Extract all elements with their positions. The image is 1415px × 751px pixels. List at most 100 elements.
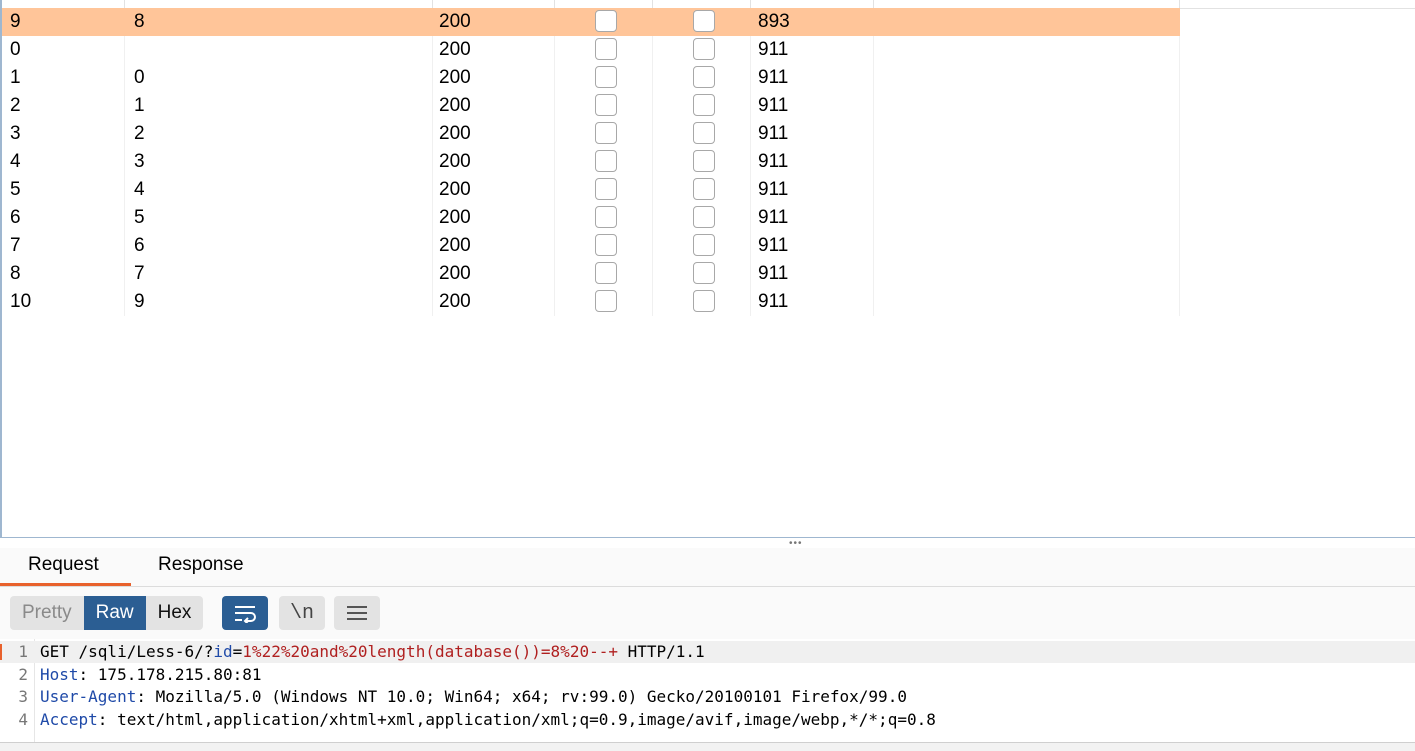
status-cell: 200 — [439, 123, 471, 144]
error-checkbox[interactable] — [595, 234, 617, 256]
table-row[interactable]: 5 4 200 911 — [2, 176, 1180, 204]
timeout-checkbox[interactable] — [693, 94, 715, 116]
newline-icon: \n — [289, 601, 314, 625]
timeout-checkbox[interactable] — [693, 10, 715, 32]
timeout-checkbox[interactable] — [693, 38, 715, 60]
length-cell: 911 — [758, 235, 789, 256]
code-token: : Mozilla/5.0 (Windows NT 10.0; Win64; x… — [136, 687, 907, 706]
line-content: User-Agent: Mozilla/5.0 (Windows NT 10.0… — [40, 686, 907, 708]
table-row[interactable]: 10 9 200 911 — [2, 288, 1180, 316]
current-line-marker — [0, 644, 2, 660]
length-cell: 911 — [758, 291, 789, 312]
column-divider[interactable] — [1179, 0, 1180, 8]
status-cell: 200 — [439, 207, 471, 228]
error-checkbox[interactable] — [595, 206, 617, 228]
status-cell: 200 — [439, 39, 471, 60]
request-number-cell: 3 — [10, 123, 21, 144]
timeout-checkbox[interactable] — [693, 178, 715, 200]
length-cell: 911 — [758, 151, 789, 172]
table-row[interactable]: 6 5 200 911 — [2, 204, 1180, 232]
line-number: 2 — [18, 664, 28, 684]
payload-cell: 2 — [134, 123, 145, 144]
error-checkbox[interactable] — [595, 122, 617, 144]
status-cell: 200 — [439, 95, 471, 116]
tab-response[interactable]: Response — [130, 548, 272, 586]
timeout-checkbox[interactable] — [693, 66, 715, 88]
length-cell: 893 — [758, 11, 790, 32]
pretty-button[interactable]: Pretty — [10, 596, 84, 630]
timeout-checkbox[interactable] — [693, 122, 715, 144]
payload-cell: 7 — [134, 263, 145, 284]
timeout-checkbox[interactable] — [693, 234, 715, 256]
timeout-checkbox[interactable] — [693, 262, 715, 284]
raw-button[interactable]: Raw — [83, 596, 146, 630]
show-newlines-button[interactable]: \n — [279, 596, 325, 630]
timeout-checkbox[interactable] — [693, 150, 715, 172]
table-row[interactable]: 3 2 200 911 — [2, 120, 1180, 148]
status-cell: 200 — [439, 67, 471, 88]
payload-cell: 5 — [134, 207, 145, 228]
error-checkbox[interactable] — [595, 10, 617, 32]
code-token: GET /sqli/Less-6/? — [40, 642, 214, 661]
word-wrap-button[interactable] — [222, 596, 268, 630]
length-cell: 911 — [758, 207, 789, 228]
view-mode-switch: Pretty Raw Hex — [10, 596, 204, 630]
length-cell: 911 — [758, 95, 789, 116]
editor-line[interactable]: 3 User-Agent: Mozilla/5.0 (Windows NT 10.… — [0, 686, 1415, 708]
column-divider[interactable] — [124, 0, 125, 8]
column-divider[interactable] — [873, 0, 874, 8]
table-row[interactable]: 8 7 200 911 — [2, 260, 1180, 288]
column-divider[interactable] — [554, 0, 555, 8]
status-cell: 200 — [439, 179, 471, 200]
hex-button[interactable]: Hex — [146, 596, 204, 630]
length-cell: 911 — [758, 179, 789, 200]
code-token: : 175.178.215.80:81 — [78, 664, 262, 684]
payload-cell: 8 — [134, 11, 145, 32]
column-divider[interactable] — [750, 0, 751, 8]
error-checkbox[interactable] — [595, 38, 617, 60]
error-checkbox[interactable] — [595, 150, 617, 172]
message-tabs: Request Response — [0, 548, 1415, 587]
payload-cell: 3 — [134, 151, 145, 172]
column-divider[interactable] — [432, 0, 433, 8]
code-token: HTTP/1.1 — [617, 642, 705, 661]
line-number: 4 — [18, 709, 28, 729]
column-divider[interactable] — [652, 0, 653, 8]
request-editor[interactable]: 1 GET /sqli/Less-6/?id=1%22%20and%20lengt… — [0, 639, 1415, 742]
request-number-cell: 1 — [10, 67, 21, 88]
status-cell: 200 — [439, 235, 471, 256]
line-content: Host: 175.178.215.80:81 — [40, 664, 262, 686]
error-checkbox[interactable] — [595, 262, 617, 284]
error-checkbox[interactable] — [595, 178, 617, 200]
status-cell: 200 — [439, 263, 471, 284]
error-checkbox[interactable] — [595, 94, 617, 116]
timeout-checkbox[interactable] — [693, 206, 715, 228]
request-number-cell: 8 — [10, 263, 21, 284]
code-token: 1%22%20and%20length(database())=8%20--+ — [242, 642, 618, 661]
tab-request[interactable]: Request — [0, 548, 131, 586]
line-content: GET /sqli/Less-6/?id=1%22%20and%20length… — [40, 641, 705, 663]
splitter-grip-icon[interactable]: ••• — [789, 539, 803, 549]
table-row[interactable]: 1 0 200 911 — [2, 64, 1180, 92]
editor-line[interactable]: 2 Host: 175.178.215.80:81 — [0, 664, 1415, 686]
editor-toolbar: Pretty Raw Hex \n — [0, 587, 1415, 639]
code-token: : text/html,application/xhtml+xml,applic… — [97, 709, 936, 729]
editor-line[interactable]: 4 Accept: text/html,application/xhtml+xml… — [0, 709, 1415, 731]
table-row[interactable]: 4 3 200 911 — [2, 148, 1180, 176]
request-number-cell: 0 — [10, 39, 21, 60]
table-row[interactable]: 0 200 911 — [2, 36, 1180, 64]
table-row[interactable]: 2 1 200 911 — [2, 92, 1180, 120]
error-checkbox[interactable] — [595, 290, 617, 312]
results-table: 9 8 200 893 0 200 911 1 0 200 911 2 1 200 911 3 2 200 911 4… — [0, 0, 1415, 538]
error-checkbox[interactable] — [595, 66, 617, 88]
table-row[interactable]: 7 6 200 911 — [2, 232, 1180, 260]
table-row[interactable]: 9 8 200 893 — [2, 8, 1180, 36]
editor-line[interactable]: 1 GET /sqli/Less-6/?id=1%22%20and%20lengt… — [0, 641, 1415, 663]
editor-menu-button[interactable] — [334, 596, 380, 630]
code-token: Host — [40, 664, 79, 684]
pane-splitter[interactable]: ••• — [0, 538, 1415, 549]
timeout-checkbox[interactable] — [693, 290, 715, 312]
request-number-cell: 6 — [10, 207, 21, 228]
code-token: id — [213, 642, 233, 661]
request-number-cell: 4 — [10, 151, 21, 172]
